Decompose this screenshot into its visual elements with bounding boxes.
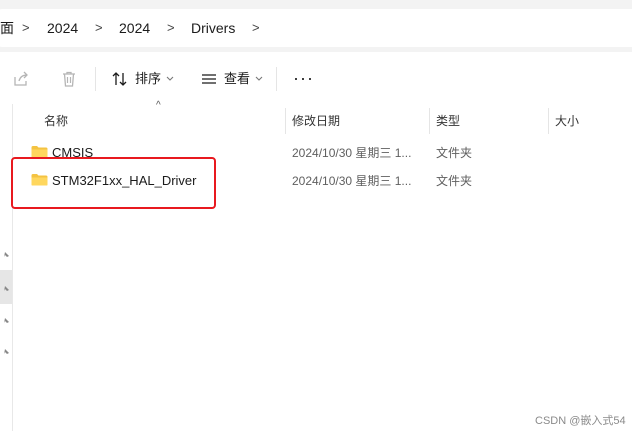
breadcrumb-item-2024-b[interactable]: 2024 <box>119 19 150 37</box>
column-divider[interactable] <box>285 108 286 134</box>
highlight-annotation-box <box>11 157 216 209</box>
chevron-right-icon[interactable]: > <box>22 19 30 37</box>
file-modified-date: 2024/10/30 星期三 1... <box>292 174 412 188</box>
sort-ascending-icon: ^ <box>156 100 161 111</box>
navigation-pane-edge <box>0 104 13 431</box>
chevron-right-icon[interactable]: > <box>252 19 260 37</box>
column-divider[interactable] <box>429 108 430 134</box>
trash-icon[interactable] <box>60 70 78 88</box>
file-type: 文件夹 <box>436 146 473 160</box>
more-options-button[interactable]: ··· <box>293 69 314 87</box>
share-icon[interactable] <box>12 70 30 88</box>
watermark: CSDN @嵌入式54 <box>535 415 626 427</box>
pin-icon[interactable] <box>1 250 11 260</box>
column-header-modified[interactable]: 修改日期 <box>292 108 340 134</box>
column-header-type[interactable]: 类型 <box>436 108 460 134</box>
chevron-right-icon[interactable]: > <box>95 19 103 37</box>
sort-arrows-icon <box>112 72 127 86</box>
file-modified-date: 2024/10/30 星期三 1... <box>292 146 412 160</box>
pin-icon[interactable] <box>1 347 11 357</box>
breadcrumb-item-drivers[interactable]: Drivers <box>191 19 235 37</box>
chevron-right-icon[interactable]: > <box>167 19 175 37</box>
sort-button-label: 排序 <box>135 71 162 86</box>
breadcrumb-item-2024-a[interactable]: 2024 <box>47 19 78 37</box>
breadcrumb-item-desktop[interactable]: 面 <box>0 19 14 37</box>
chevron-down-icon <box>255 76 263 81</box>
column-header-size[interactable]: 大小 <box>555 108 579 134</box>
pin-icon[interactable] <box>1 284 11 294</box>
chevron-down-icon <box>166 76 174 81</box>
column-divider[interactable] <box>548 108 549 134</box>
pin-icon[interactable] <box>1 316 11 326</box>
view-button-label: 查看 <box>224 71 251 86</box>
toolbar-divider <box>95 67 96 91</box>
toolbar-divider <box>276 67 277 91</box>
column-header-name[interactable]: 名称 <box>44 108 68 134</box>
file-type: 文件夹 <box>436 174 473 188</box>
view-list-icon <box>202 74 216 84</box>
